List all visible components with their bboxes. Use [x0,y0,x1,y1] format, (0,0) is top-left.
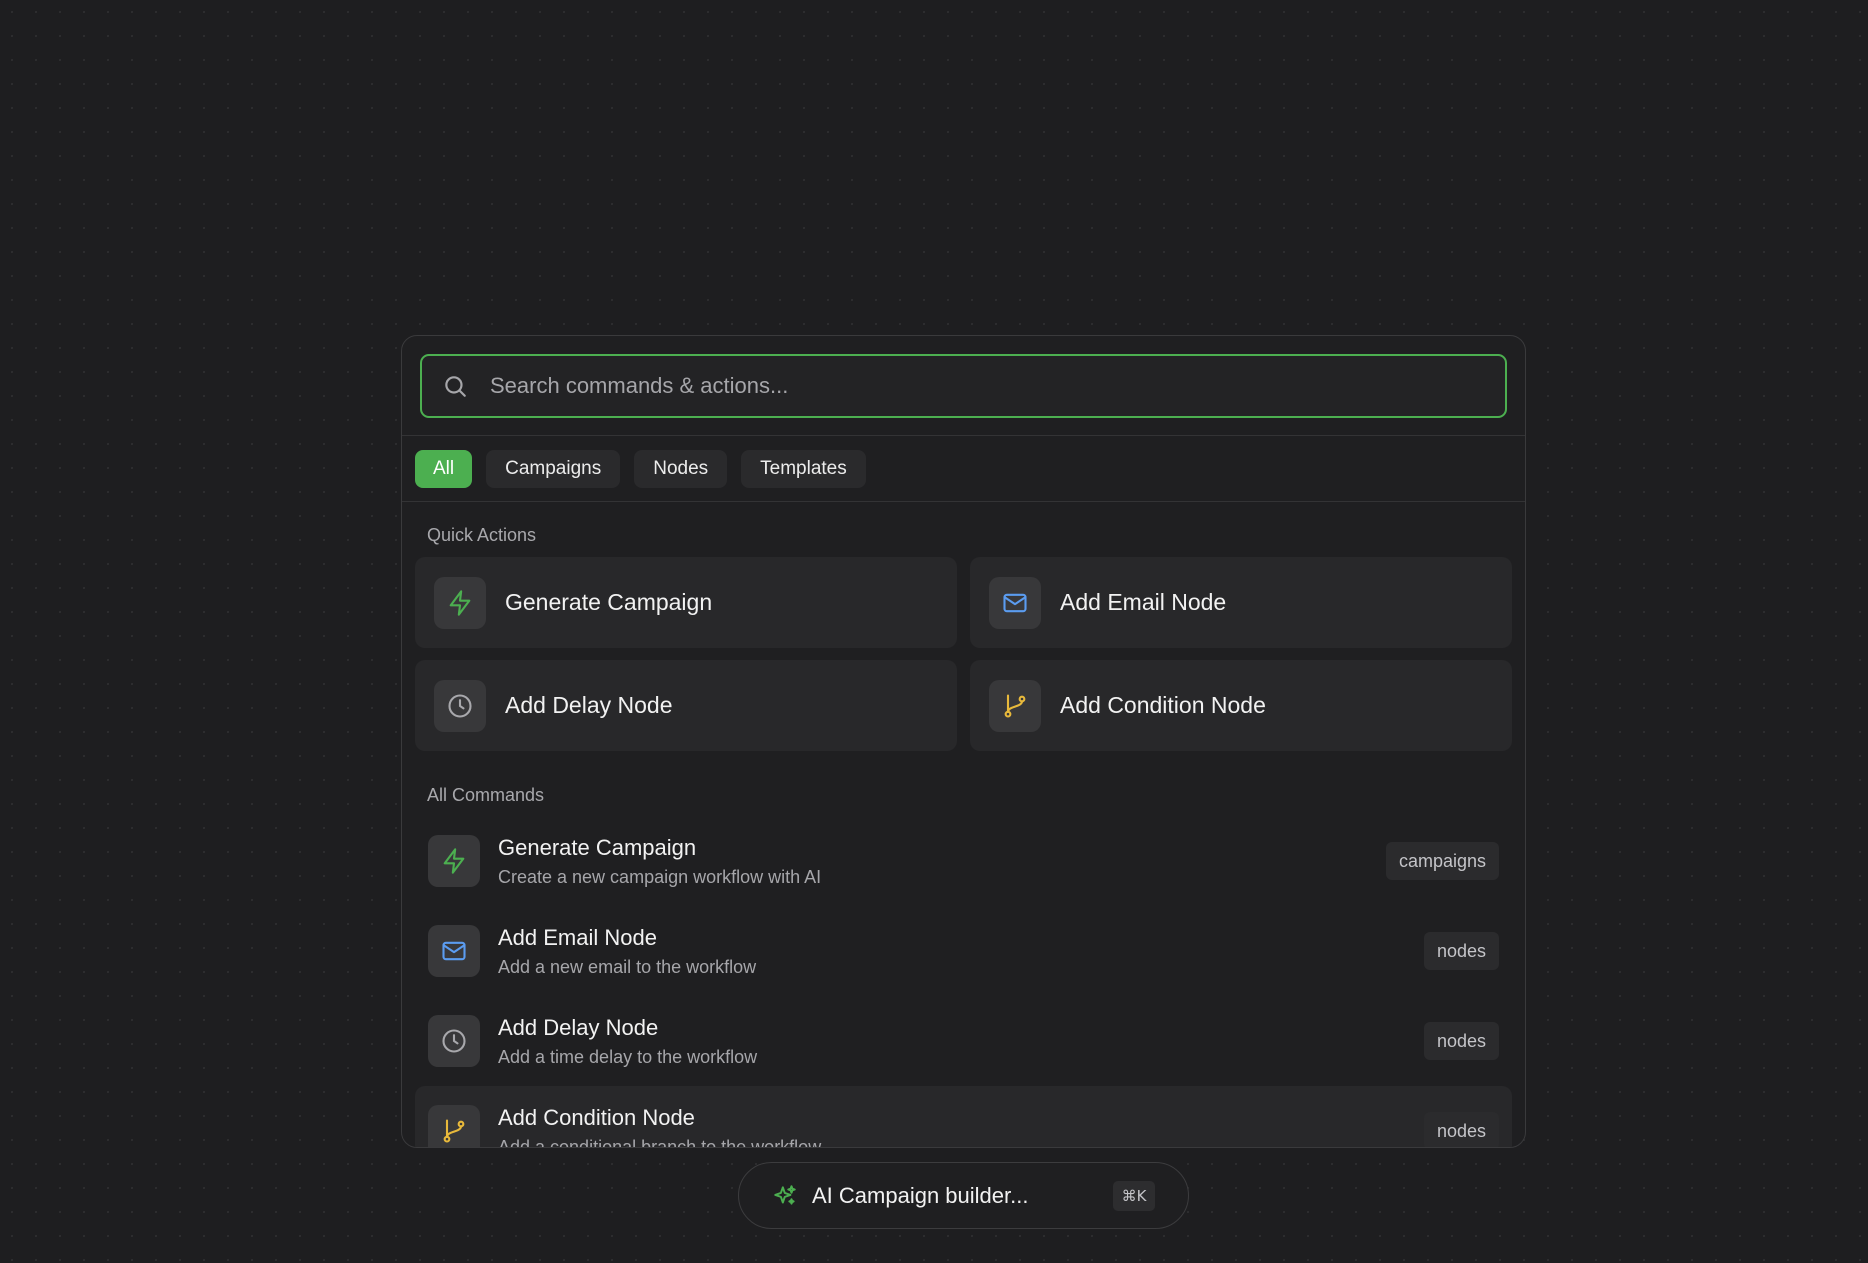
search-box[interactable] [420,354,1507,418]
search-input[interactable] [490,373,1390,399]
ai-campaign-builder-button[interactable]: AI Campaign builder... ⌘K [738,1162,1189,1229]
tab-campaigns[interactable]: Campaigns [486,449,621,488]
keyboard-shortcut-badge: ⌘K [1113,1180,1155,1211]
command-row-add-email-node[interactable]: Add Email Node Add a new email to the wo… [415,906,1512,996]
builder-label: AI Campaign builder... [812,1182,1029,1208]
lightning-icon [434,576,486,629]
command-description: Create a new campaign workflow with AI [498,866,822,887]
search-icon [445,376,466,397]
quick-action-generate-campaign[interactable]: Generate Campaign [415,557,957,648]
quick-action-add-delay-node[interactable]: Add Delay Node [415,660,957,751]
lightning-icon [428,835,480,887]
command-title: Add Condition Node [498,1104,695,1130]
clock-icon [434,679,486,732]
branch-icon [989,679,1041,732]
command-title: Add Delay Node [498,1014,659,1040]
sparkles-icon [774,1184,796,1205]
tab-nodes[interactable]: Nodes [634,449,728,488]
category-tag: nodes [1423,1112,1499,1147]
quick-action-label: Generate Campaign [505,589,713,615]
search-bar [402,336,1525,436]
command-description: Add a time delay to the workflow [498,1046,758,1067]
command-title: Add Email Node [498,924,657,950]
quick-action-add-condition-node[interactable]: Add Condition Node [970,660,1512,751]
clock-icon [428,1015,480,1067]
tab-templates[interactable]: Templates [741,449,866,488]
quick-action-label: Add Email Node [1060,589,1227,615]
command-palette: All Campaigns Nodes Templates Quick Acti… [401,335,1526,1148]
command-row-add-delay-node[interactable]: Add Delay Node Add a time delay to the w… [415,996,1512,1086]
command-description: Add a new email to the workflow [498,956,757,977]
mail-icon [989,576,1041,629]
mail-icon [428,925,480,977]
command-title: Generate Campaign [498,834,697,860]
quick-action-label: Add Delay Node [505,692,673,718]
command-list: Generate Campaign Create a new campaign … [402,816,1525,1148]
all-commands-heading: All Commands [427,785,545,805]
command-row-add-condition-node[interactable]: Add Condition Node Add a conditional bra… [415,1086,1512,1148]
quick-actions-heading: Quick Actions [427,525,537,545]
tab-all[interactable]: All [415,449,473,488]
branch-icon [428,1105,480,1147]
command-description: Add a conditional branch to the workflow [498,1136,822,1148]
category-tag: campaigns [1385,842,1499,880]
quick-action-label: Add Condition Node [1060,692,1266,718]
filter-tabs: All Campaigns Nodes Templates [402,436,1525,502]
category-tag: nodes [1423,1022,1499,1060]
command-row-generate-campaign[interactable]: Generate Campaign Create a new campaign … [415,816,1512,906]
category-tag: nodes [1423,932,1499,970]
quick-action-add-email-node[interactable]: Add Email Node [970,557,1512,648]
quick-actions-grid: Generate Campaign Add Email Node Add Del… [402,557,1525,751]
